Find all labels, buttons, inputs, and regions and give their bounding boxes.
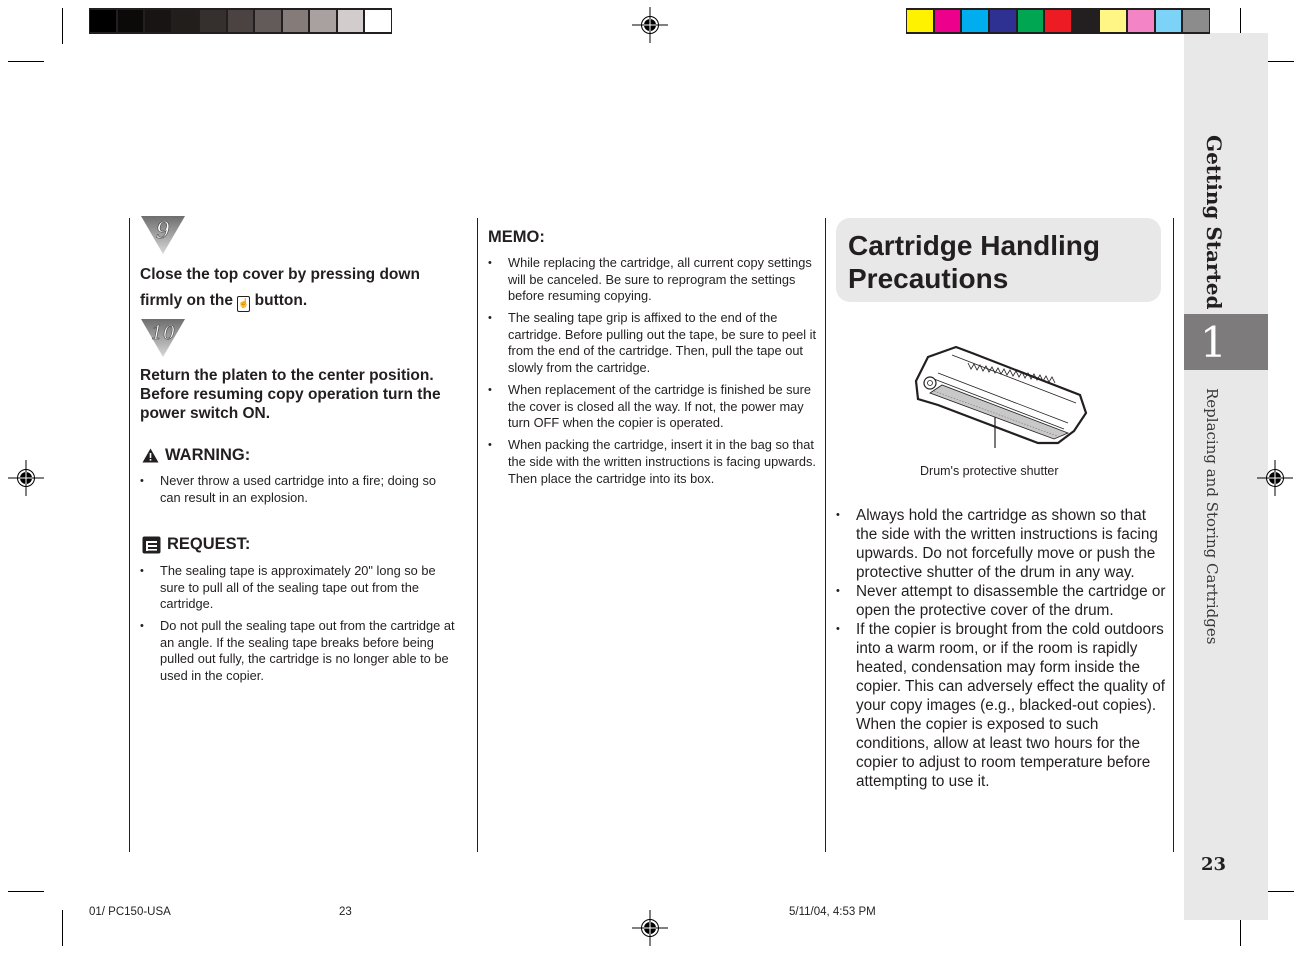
list-item: Never throw a used cartridge into a fire… [140, 473, 458, 506]
column-divider [129, 218, 130, 852]
step-number-badge-icon: 10 [141, 319, 185, 357]
crop-mark [8, 891, 44, 892]
page-title: Cartridge Handling Precautions [848, 229, 1100, 295]
color-swatch [200, 10, 226, 32]
color-swatch [90, 10, 116, 32]
column-divider [1173, 218, 1174, 852]
hand-button-icon: ☝ [237, 296, 251, 312]
list-item: Do not pull the sealing tape out from th… [140, 618, 462, 684]
color-swatch [907, 10, 933, 32]
color-swatch [1045, 10, 1071, 32]
subsection-title: Replacing and Storing Cartridges [1203, 388, 1221, 645]
registration-mark-icon [1257, 460, 1293, 496]
list-item: If the copier is brought from the cold o… [836, 620, 1166, 791]
color-swatch [255, 10, 281, 32]
step-number-badge-icon: 9 [141, 216, 185, 254]
page-title-line-1: Cartridge Handling [848, 230, 1101, 261]
color-swatch [1128, 10, 1154, 32]
page-number: 23 [1201, 854, 1227, 875]
request-heading: REQUEST: [142, 535, 250, 554]
grayscale-calibration-bar [89, 8, 392, 34]
warning-heading: WARNING: [142, 446, 250, 465]
color-swatch [1155, 10, 1182, 32]
color-calibration-bar [906, 8, 1210, 34]
color-swatch [1017, 10, 1044, 32]
color-swatch [365, 10, 391, 32]
section-title: Getting Started [1202, 135, 1226, 310]
memo-heading: MEMO: [488, 228, 545, 247]
step-9-text: Close the top cover by pressing down fir… [140, 262, 460, 314]
warning-triangle-icon [142, 448, 159, 463]
color-swatch [310, 10, 336, 32]
color-swatch [1183, 10, 1209, 32]
registration-mark-icon [632, 910, 668, 946]
color-swatch [172, 10, 199, 32]
list-item: Never attempt to disassemble the cartrid… [836, 582, 1166, 620]
step-9-text-part2: button. [254, 292, 308, 309]
column-divider [477, 218, 478, 852]
registration-mark-icon [8, 460, 44, 496]
cartridge-illustration [914, 345, 1088, 448]
step-number: 10 [151, 322, 175, 344]
registration-mark-icon [632, 7, 668, 43]
request-label: REQUEST: [167, 535, 251, 553]
list-item: Always hold the cartridge as shown so th… [836, 506, 1166, 582]
color-swatch [117, 10, 144, 32]
color-swatch [1100, 10, 1126, 32]
precautions-list: Always hold the cartridge as shown so th… [836, 506, 1166, 791]
list-item: While replacing the cartridge, all curre… [488, 255, 818, 305]
color-swatch [962, 10, 988, 32]
step-number: 9 [156, 219, 170, 244]
crop-mark [8, 61, 44, 62]
footer-file-name: 01/ PC150-USA [89, 906, 171, 918]
footer-timestamp: 5/11/04, 4:53 PM [789, 906, 876, 918]
color-swatch [934, 10, 961, 32]
color-swatch [989, 10, 1016, 32]
chapter-number: 1 [1184, 314, 1268, 370]
warning-list: Never throw a used cartridge into a fire… [140, 473, 458, 512]
memo-list: While replacing the cartridge, all curre… [488, 255, 818, 493]
color-swatch [227, 10, 254, 32]
side-tab [1184, 33, 1268, 920]
figure-caption: Drum's protective shutter [920, 464, 1059, 478]
crop-mark [62, 910, 63, 946]
list-item: When packing the cartridge, insert it in… [488, 437, 818, 487]
step-10-text: Return the platen to the center position… [140, 367, 441, 422]
memo-label: MEMO: [488, 228, 545, 246]
color-swatch [145, 10, 171, 32]
request-list: The sealing tape is approximately 20" lo… [140, 563, 462, 690]
column-divider [825, 218, 826, 852]
list-item: When replacement of the cartridge is fin… [488, 382, 818, 432]
warning-label: WARNING: [165, 446, 251, 464]
list-item: The sealing tape grip is affixed to the … [488, 310, 818, 376]
crop-mark [62, 8, 63, 44]
color-swatch [1072, 10, 1099, 32]
footer-page: 23 [339, 906, 352, 918]
list-item: The sealing tape is approximately 20" lo… [140, 563, 462, 613]
color-swatch [337, 10, 364, 32]
color-swatch [282, 10, 309, 32]
page-title-line-2: Precautions [848, 263, 1009, 294]
request-note-icon [142, 536, 161, 553]
